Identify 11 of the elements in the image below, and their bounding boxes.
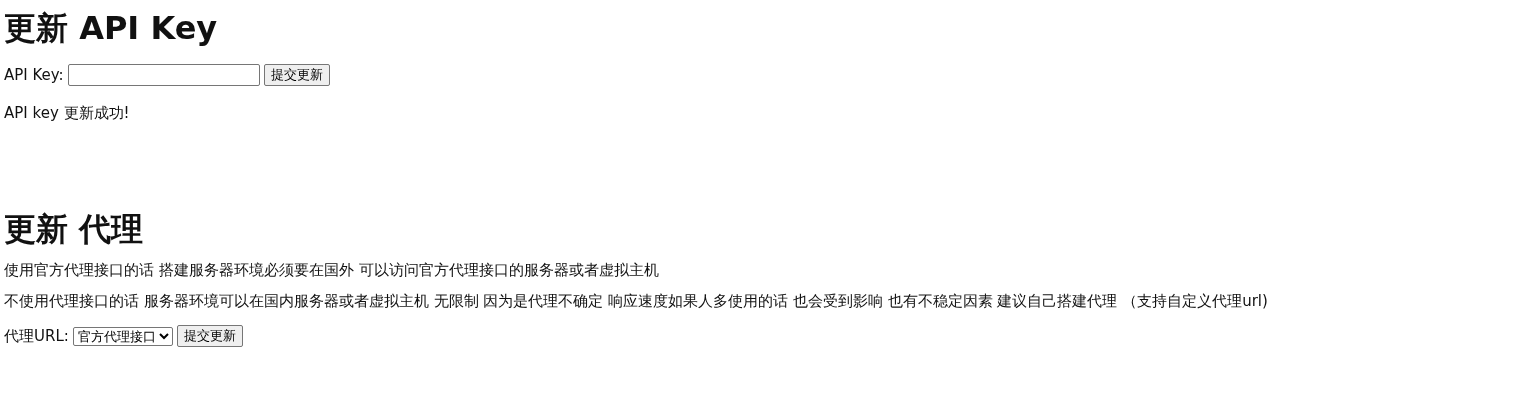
page-heading: 更新 API Key [4,8,219,48]
proxy-select[interactable]: 官方代理接口 [72,326,173,346]
field-label: API Key: [4,66,64,84]
paragraph: 使用官方代理接口的话 搭建服务器环境必须要在国外 可以访问官方代理接口的服务器或者虚拟主机 [4,261,660,280]
submit-button[interactable]: 提交更新 [176,325,243,347]
submit-button[interactable]: 提交更新 [263,64,330,86]
page-heading: 更新 代理 [4,209,145,249]
field-label: 代理URL: [4,326,69,346]
paragraph: 不使用代理接口的话 服务器环境可以在国内服务器或者虚拟主机 无限制 因为是代理不确定 响应速度如果人多使用的话 也会受到影响 也有不稳定因素 建议自己搭建代理 （支持自定义代理url) [4,292,1269,311]
input-field[interactable] [67,64,260,86]
success-message: API key 更新成功! [4,104,131,123]
